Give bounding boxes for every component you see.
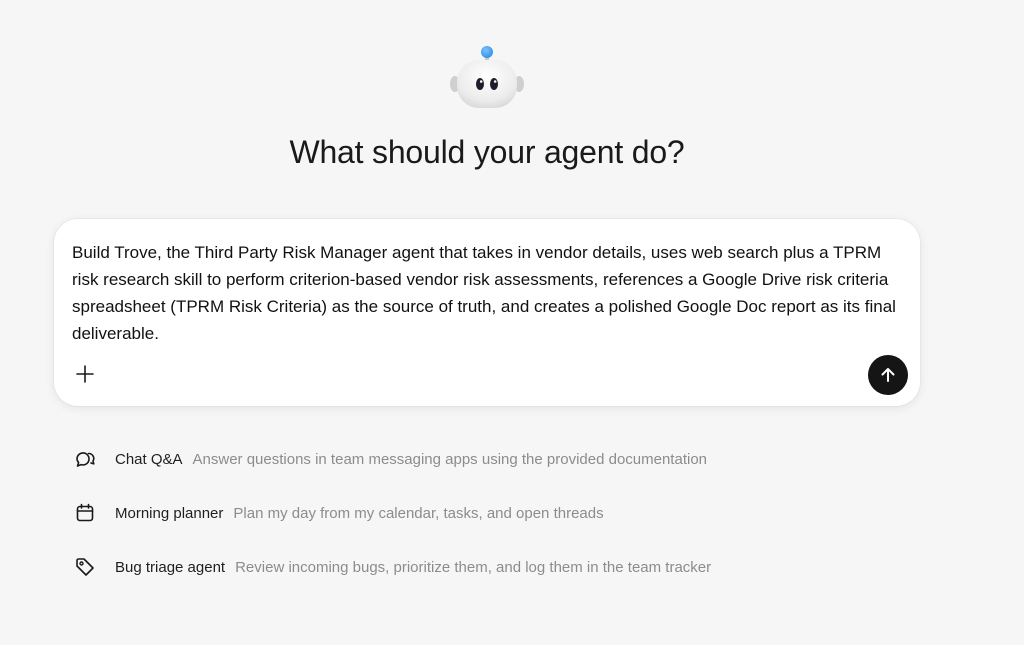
- suggestion-title: Chat Q&A: [115, 450, 183, 468]
- robot-mascot-icon: [450, 46, 524, 108]
- suggestion-bug-triage[interactable]: Bug triage agent Review incoming bugs, p…: [74, 548, 934, 586]
- plus-icon: [76, 365, 94, 383]
- suggestion-description: Answer questions in team messaging apps …: [192, 450, 708, 468]
- agent-builder-page: What should your agent do? Build Trove, …: [0, 0, 1024, 645]
- chat-bubbles-icon: [74, 448, 96, 470]
- suggestion-description: Review incoming bugs, prioritize them, a…: [235, 558, 712, 576]
- prompt-input[interactable]: Build Trove, the Third Party Risk Manage…: [72, 239, 897, 347]
- send-button[interactable]: [868, 355, 908, 395]
- arrow-up-icon: [881, 368, 895, 382]
- suggestion-morning-planner[interactable]: Morning planner Plan my day from my cale…: [74, 494, 934, 532]
- page-title: What should your agent do?: [289, 134, 685, 170]
- suggestion-chat-qa[interactable]: Chat Q&A Answer questions in team messag…: [74, 440, 934, 478]
- suggestion-title: Morning planner: [115, 504, 224, 522]
- prompt-composer[interactable]: Build Trove, the Third Party Risk Manage…: [54, 219, 920, 406]
- suggestion-title: Bug triage agent: [115, 558, 226, 576]
- tag-icon: [74, 556, 96, 578]
- suggestion-description: Plan my day from my calendar, tasks, and…: [233, 504, 604, 522]
- suggestion-list: Chat Q&A Answer questions in team messag…: [74, 440, 934, 602]
- attach-button[interactable]: [72, 361, 98, 387]
- calendar-icon: [74, 502, 96, 524]
